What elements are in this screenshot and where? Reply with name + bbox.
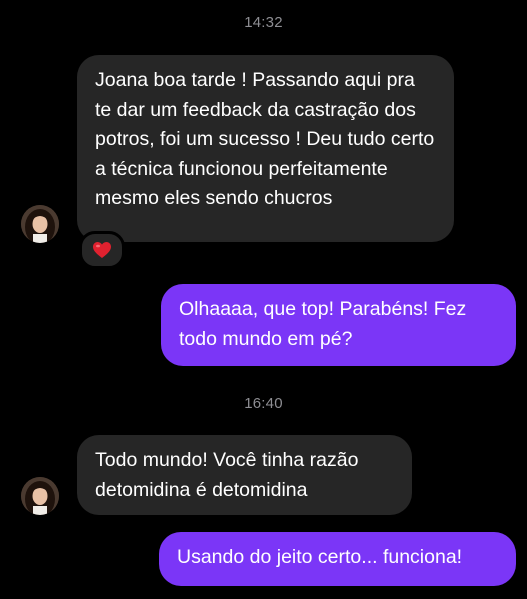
avatar[interactable] <box>21 477 59 515</box>
outgoing-message-bubble[interactable]: Olhaaaa, que top! Parabéns! Fez todo mun… <box>161 284 516 366</box>
reaction-badge[interactable] <box>79 231 125 269</box>
avatar-photo <box>21 205 59 243</box>
timestamp: 16:40 <box>244 395 283 412</box>
outgoing-message-bubble[interactable]: Usando do jeito certo... funciona! <box>159 532 516 586</box>
incoming-message-bubble[interactable]: Todo mundo! Você tinha razão detomidina … <box>77 435 412 515</box>
avatar[interactable] <box>21 205 59 243</box>
avatar-photo <box>21 477 59 515</box>
timestamp: 14:32 <box>244 14 283 31</box>
heart-icon <box>93 242 111 258</box>
incoming-message-bubble[interactable]: Joana boa tarde ! Passando aqui pra te d… <box>77 55 454 242</box>
